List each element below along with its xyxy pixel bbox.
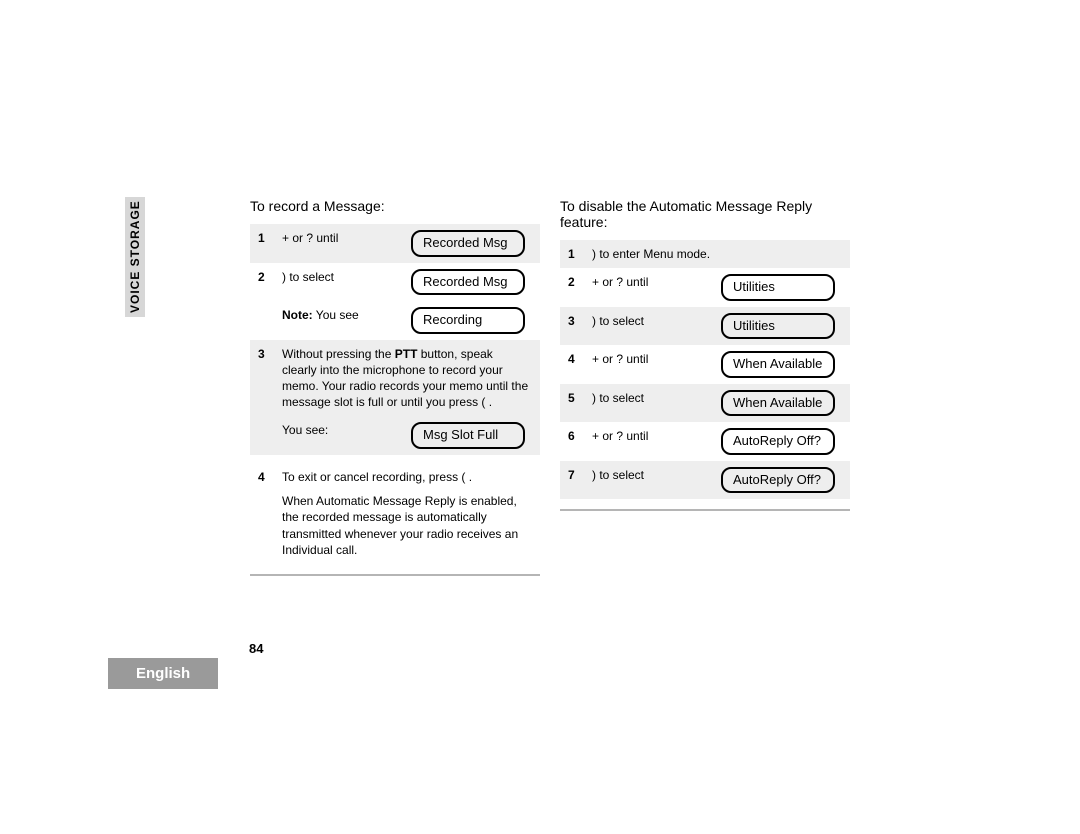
step-number: 4 — [560, 345, 588, 384]
table-row: 1 ) to enter Menu mode. — [560, 240, 850, 268]
page: VOICE STORAGE English 84 To record a Mes… — [0, 0, 1080, 834]
step-text: + or ? until — [588, 268, 717, 307]
section-divider — [560, 509, 850, 511]
display-chip: Utilities — [721, 274, 835, 301]
step-text: To exit or cancel recording, press ( . W… — [278, 455, 540, 564]
step-chip-cell: Recorded Msg — [407, 263, 540, 302]
step-text: ) to select — [588, 384, 717, 423]
step-text: + or ? until — [588, 345, 717, 384]
step-chip-cell: AutoReply Off? — [717, 422, 850, 461]
display-chip: AutoReply Off? — [721, 467, 835, 494]
display-chip: Msg Slot Full — [411, 422, 525, 449]
step-chip-cell: Msg Slot Full — [407, 416, 540, 455]
step-chip-cell: Utilities — [717, 307, 850, 346]
table-row: You see: Msg Slot Full — [250, 416, 540, 455]
step-number: 6 — [560, 422, 588, 461]
step-number: 2 — [560, 268, 588, 307]
right-column: To disable the Automatic Message Reply f… — [560, 198, 850, 518]
display-chip: When Available — [721, 351, 835, 378]
step-chip-cell: Recorded Msg — [407, 224, 540, 263]
right-heading: To disable the Automatic Message Reply f… — [560, 198, 850, 230]
step-note: You see: — [278, 416, 407, 455]
step-number: 1 — [560, 240, 588, 268]
display-chip: Recording — [411, 307, 525, 334]
right-procedure-table: 1 ) to enter Menu mode. 2 + or ? until U… — [560, 240, 850, 499]
left-heading: To record a Message: — [250, 198, 540, 214]
table-row: 4 To exit or cancel recording, press ( .… — [250, 455, 540, 564]
step-text: ) to select — [278, 263, 407, 302]
step-chip-cell: AutoReply Off? — [717, 461, 850, 500]
display-chip: When Available — [721, 390, 835, 417]
display-chip: AutoReply Off? — [721, 428, 835, 455]
table-row: 2 ) to select Recorded Msg — [250, 263, 540, 302]
step-text: ) to enter Menu mode. — [588, 240, 717, 268]
left-column: To record a Message: 1 + or ? until Reco… — [250, 198, 540, 582]
step-text: Without pressing the PTT button, speak c… — [278, 340, 540, 417]
step-note: Note: You see — [278, 301, 407, 340]
step-number: 3 — [560, 307, 588, 346]
step-chip-cell: When Available — [717, 345, 850, 384]
table-row: Note: You see Recording — [250, 301, 540, 340]
table-row: 1 + or ? until Recorded Msg — [250, 224, 540, 263]
page-number: 84 — [249, 641, 263, 656]
table-row: 3 Without pressing the PTT button, speak… — [250, 340, 540, 417]
table-row: 4 + or ? until When Available — [560, 345, 850, 384]
step-number: 5 — [560, 384, 588, 423]
table-row: 5 ) to select When Available — [560, 384, 850, 423]
step-number: 7 — [560, 461, 588, 500]
step-number: 4 — [250, 455, 278, 564]
table-row: 7 ) to select AutoReply Off? — [560, 461, 850, 500]
table-row: 6 + or ? until AutoReply Off? — [560, 422, 850, 461]
table-row: 2 + or ? until Utilities — [560, 268, 850, 307]
step-chip-cell: When Available — [717, 384, 850, 423]
step-chip-cell: Utilities — [717, 268, 850, 307]
step-chip-cell: Recording — [407, 301, 540, 340]
section-divider — [250, 574, 540, 576]
language-tab: English — [108, 658, 218, 689]
step-number: 2 — [250, 263, 278, 302]
step-text: + or ? until — [278, 224, 407, 263]
table-row: 3 ) to select Utilities — [560, 307, 850, 346]
step-number: 3 — [250, 340, 278, 417]
step-text: ) to select — [588, 307, 717, 346]
section-tab: VOICE STORAGE — [125, 197, 145, 317]
display-chip: Recorded Msg — [411, 269, 525, 296]
display-chip: Utilities — [721, 313, 835, 340]
left-procedure-table: 1 + or ? until Recorded Msg 2 ) to selec… — [250, 224, 540, 564]
step-text: + or ? until — [588, 422, 717, 461]
step-number: 1 — [250, 224, 278, 263]
display-chip: Recorded Msg — [411, 230, 525, 257]
step-text: ) to select — [588, 461, 717, 500]
